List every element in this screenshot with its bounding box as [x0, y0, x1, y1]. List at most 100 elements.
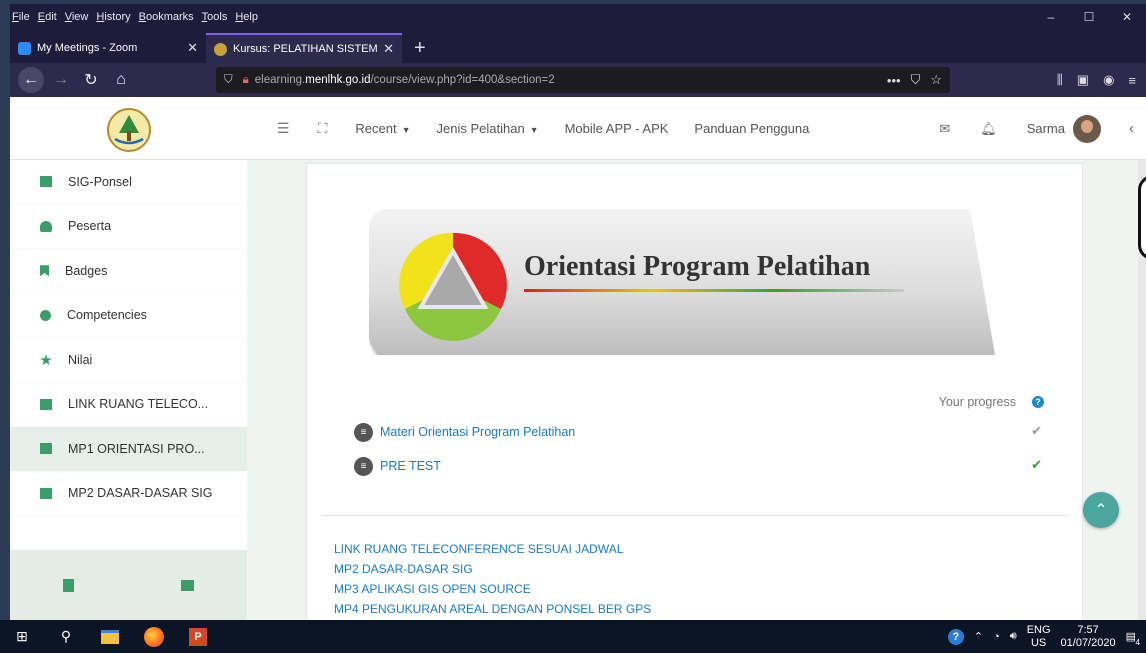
help-tray-icon[interactable]: ?: [947, 628, 964, 645]
clock[interactable]: 7:57 01/07/2020: [1061, 624, 1116, 650]
sidebar-item-mp1[interactable]: MP1 ORIENTASI PRO...: [10, 427, 247, 472]
account-icon[interactable]: ◉: [1103, 72, 1114, 88]
course-content: Orientasi Program Pelatihan Your progres…: [306, 163, 1083, 620]
menu-edit[interactable]: Edit: [38, 11, 57, 23]
library-icon[interactable]: ⫼: [1057, 72, 1063, 88]
sidebar-item-label: Nilai: [68, 352, 93, 367]
sidebar-item-link-ruang[interactable]: LINK RUANG TELECO...: [10, 383, 247, 427]
window-controls: – ☐ ✕: [1032, 4, 1146, 29]
sidebar-item-sig-ponsel[interactable]: SIG-Ponsel: [10, 160, 247, 205]
site-nav-items: ☰ ⛶ Recent ▼ Jenis Pelatihan ▼ Mobile APP …: [277, 97, 835, 160]
fullscreen-icon[interactable]: ⛶: [318, 120, 328, 137]
language-indicator[interactable]: ENG US: [1027, 624, 1051, 650]
hamburger-menu-icon[interactable]: ≡: [1128, 73, 1136, 88]
sidebar-item-label: SIG-Ponsel: [68, 174, 132, 189]
drawer-toggle-icon[interactable]: ☰: [277, 120, 290, 137]
menu-file[interactable]: File: [12, 11, 30, 23]
sidebar-toggle-icon[interactable]: ▣: [1077, 72, 1089, 88]
site-navbar: ☰ ⛶ Recent ▼ Jenis Pelatihan ▼ Mobile APP …: [10, 97, 1146, 160]
bookmark-icon: [40, 265, 49, 277]
tab-zoom[interactable]: My Meetings - Zoom ✕: [10, 33, 206, 63]
clock-time: 7:57: [1077, 623, 1099, 636]
bookmark-star-icon[interactable]: ☆: [930, 72, 942, 88]
firefox-icon[interactable]: [132, 620, 176, 653]
menu-tools[interactable]: Tools: [202, 11, 228, 23]
file-icon[interactable]: [63, 578, 75, 592]
home-button[interactable]: ⌂: [106, 65, 136, 95]
close-tab-icon[interactable]: ✕: [187, 40, 198, 56]
chevron-down-icon: ▼: [401, 125, 411, 135]
section-link[interactable]: MP4 PENGUKURAN AREAL DENGAN PONSEL BER G…: [334, 602, 651, 616]
system-tray: ? ⌃ ◔ 🔊︎ ENG US 7:57 01/07/2020 ▤ 4: [947, 620, 1146, 653]
nav-recent-label: Recent: [355, 121, 397, 136]
tab-title: My Meetings - Zoom: [37, 42, 138, 54]
address-bar[interactable]: ⛉ 🔒︎ elearning. menlhk.go.id/course/view.…: [216, 67, 950, 93]
maximize-button[interactable]: ☐: [1070, 4, 1108, 29]
pocket-icon[interactable]: ⛉: [911, 72, 921, 88]
file-explorer-icon[interactable]: [88, 620, 132, 653]
section-link[interactable]: LINK RUANG TELECONFERENCE SESUAI JADWAL: [334, 542, 623, 556]
user-area: ✉ 🔔︎ Sarma ‹: [939, 97, 1146, 160]
sidebar-item-nilai[interactable]: Nilai: [10, 338, 247, 383]
wifi-icon[interactable]: ◔: [993, 631, 1000, 643]
page-actions-icon[interactable]: •••: [887, 73, 901, 88]
back-to-top-button[interactable]: ⌃: [1083, 492, 1119, 528]
chevron-up-icon[interactable]: ⌃: [974, 630, 983, 643]
url-host: menlhk.go.id: [305, 74, 371, 86]
messages-icon[interactable]: ✉: [939, 121, 950, 137]
close-tab-icon[interactable]: ✕: [383, 41, 394, 57]
back-button[interactable]: ←: [18, 67, 44, 93]
url-prefix: elearning.: [254, 74, 306, 86]
reload-button[interactable]: ↻: [76, 65, 106, 95]
calendar-icon[interactable]: [180, 579, 194, 591]
activity-materi[interactable]: ≡ Materi Orientasi Program Pelatihan: [354, 421, 575, 443]
completion-check-icon[interactable]: ✔: [1031, 423, 1042, 439]
activity-pre-test[interactable]: ≡ PRE TEST: [354, 455, 441, 477]
shield-icon[interactable]: ⛉: [224, 74, 233, 87]
windows-start-icon[interactable]: ⊞: [0, 620, 44, 653]
web-page: ☰ ⛶ Recent ▼ Jenis Pelatihan ▼ Mobile APP …: [10, 97, 1146, 620]
section-link[interactable]: MP3 APLIKASI GIS OPEN SOURCE: [334, 582, 531, 596]
search-icon[interactable]: ⚲: [44, 620, 88, 653]
insecure-lock-icon[interactable]: 🔒︎: [243, 74, 249, 87]
users-icon: [40, 220, 52, 232]
notification-center-icon[interactable]: ▤ 4: [1126, 630, 1140, 647]
minimize-button[interactable]: –: [1032, 4, 1070, 29]
sidebar-item-peserta[interactable]: Peserta: [10, 205, 247, 249]
avatar[interactable]: [1073, 114, 1101, 143]
powerpoint-icon[interactable]: P: [176, 620, 220, 653]
site-favicon-icon: [214, 42, 227, 56]
volume-icon[interactable]: 🔊︎: [1010, 630, 1017, 643]
tab-kursus[interactable]: Kursus: PELATIHAN SISTEM INF ✕: [206, 33, 402, 63]
chevron-left-icon[interactable]: ‹: [1129, 120, 1134, 137]
notification-bell-icon[interactable]: 🔔︎: [980, 121, 997, 137]
progress-header: Your progress ?: [939, 395, 1044, 409]
menu-history[interactable]: History: [96, 11, 130, 23]
folder-icon: [40, 398, 52, 410]
sidebar-item-badges[interactable]: Badges: [10, 249, 247, 294]
menu-view[interactable]: View: [65, 11, 89, 23]
nav-jenis-pelatihan[interactable]: Jenis Pelatihan ▼: [437, 121, 539, 136]
check-circle-icon: [40, 309, 51, 321]
activity-label: Materi Orientasi Program Pelatihan: [380, 425, 576, 439]
forward-button[interactable]: →: [46, 65, 76, 95]
completion-check-icon[interactable]: ✔: [1031, 457, 1042, 473]
close-window-button[interactable]: ✕: [1108, 4, 1146, 29]
notification-count: 4: [1135, 638, 1140, 647]
folder-icon: [40, 487, 52, 499]
sidebar-item-competencies[interactable]: Competencies: [10, 294, 247, 338]
nav-mobile-app[interactable]: Mobile APP - APK: [565, 121, 669, 136]
tab-title: Kursus: PELATIHAN SISTEM INF: [233, 43, 378, 55]
nav-jenis-label: Jenis Pelatihan: [436, 121, 525, 136]
toolbar-right: ⫼ ▣ ◉ ≡: [1057, 67, 1142, 93]
menu-bookmarks[interactable]: Bookmarks: [139, 11, 194, 23]
new-tab-button[interactable]: +: [414, 33, 426, 63]
zoom-favicon-icon: [18, 41, 31, 55]
help-icon[interactable]: ?: [1032, 396, 1044, 408]
user-name[interactable]: Sarma: [1027, 121, 1065, 136]
nav-recent[interactable]: Recent ▼: [355, 121, 410, 136]
menu-help[interactable]: Help: [235, 11, 258, 23]
sidebar-item-mp2[interactable]: MP2 DASAR-DASAR SIG: [10, 472, 247, 516]
nav-panduan[interactable]: Panduan Pengguna: [694, 121, 809, 136]
section-link[interactable]: MP2 DASAR-DASAR SIG: [334, 562, 473, 576]
